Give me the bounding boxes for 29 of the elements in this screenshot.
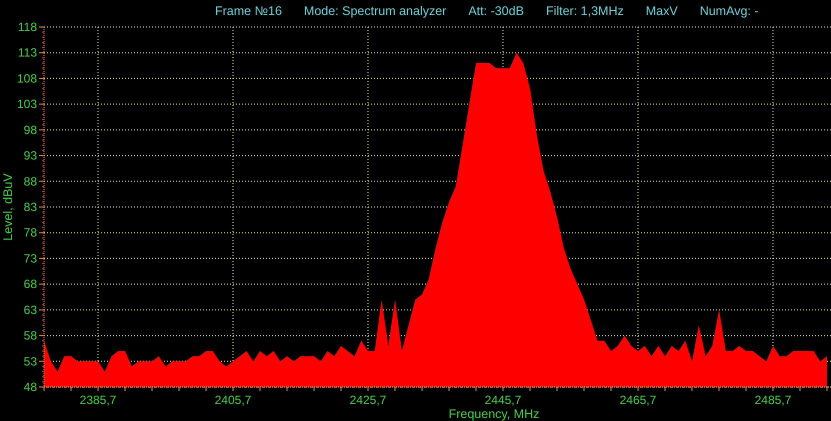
- axis-tick-label: 63: [24, 302, 37, 317]
- axis-tick-label: 113: [18, 46, 37, 60]
- axis-tick-label: 118: [18, 20, 37, 34]
- status-text: Att: -30dB: [468, 4, 524, 18]
- axis-tick-label: 2425,7: [350, 393, 386, 407]
- axis-tick-label: 53: [24, 354, 37, 368]
- axis-tick-label: 93: [24, 148, 37, 163]
- status-text: Frame №16: [215, 4, 282, 18]
- axis-tick-label: 2405,7: [214, 393, 252, 407]
- status-text: Mode: Spectrum analyzer: [304, 4, 446, 18]
- axis-title: Frequency, MHz: [448, 407, 540, 421]
- axis-tick-label: 48: [24, 380, 37, 394]
- axis-tick-label: 68: [24, 277, 37, 292]
- axis-tick-label: 78: [24, 226, 37, 240]
- axis-tick-label: 73: [24, 251, 37, 266]
- axis-tick-label: 2385,7: [80, 393, 116, 407]
- axis-tick-label: 108: [16, 71, 37, 86]
- status-text: MaxV: [646, 4, 678, 18]
- status-text: Filter: 1,3MHz: [546, 4, 624, 18]
- axis-title: Level, dBuV: [1, 173, 15, 241]
- axis-tick-label: 2445,7: [484, 393, 522, 407]
- axis-tick-label: 98: [24, 122, 37, 137]
- axis-tick-label: 88: [24, 174, 37, 188]
- axis-tick-label: 58: [24, 328, 37, 343]
- axis-tick-label: 83: [24, 200, 37, 214]
- axis-tick-label: 2485,7: [754, 393, 792, 407]
- axis-tick-label: 103: [16, 97, 37, 112]
- axis-tick-label: 2465,7: [620, 393, 656, 407]
- status-text: NumAvg: -: [700, 4, 759, 18]
